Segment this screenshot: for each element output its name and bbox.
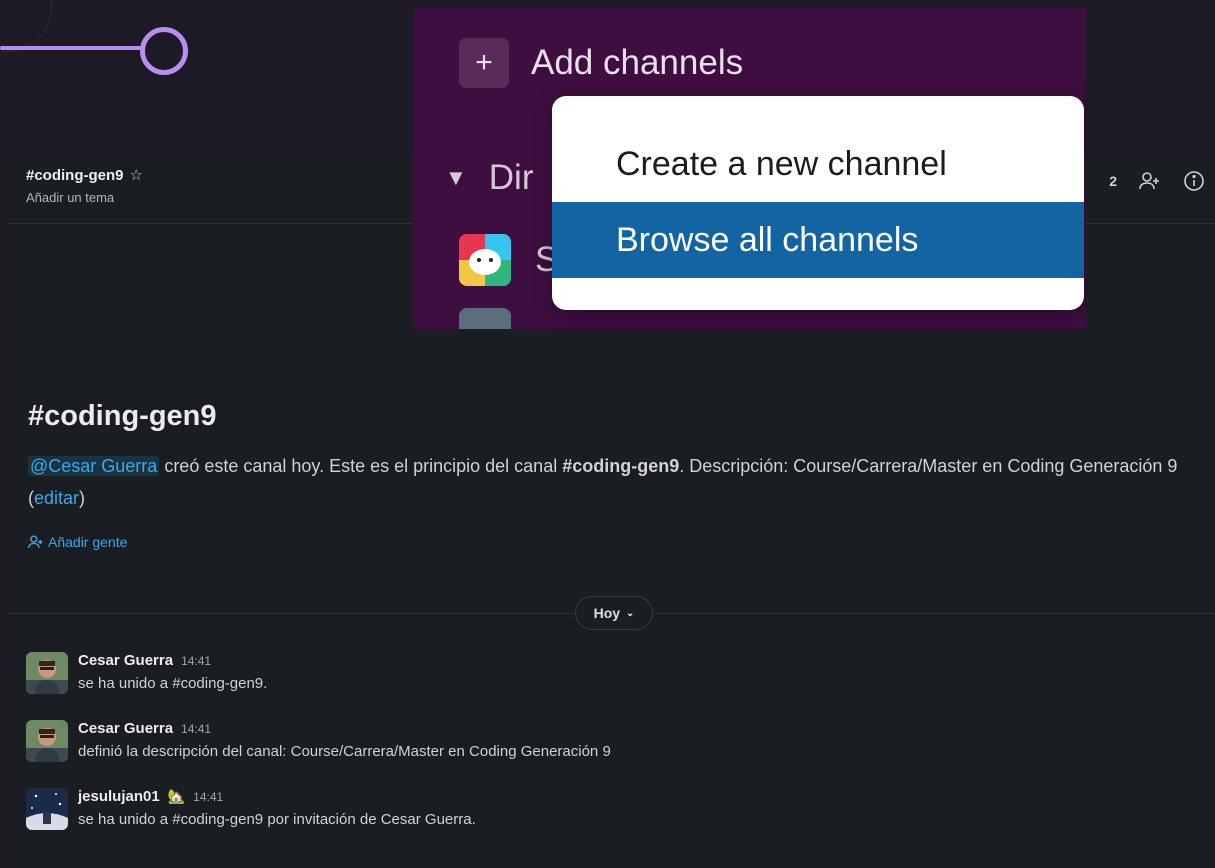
add-channels-menu: Create a new channel Browse all channels xyxy=(552,96,1084,310)
caret-down-icon: ▼ xyxy=(445,165,467,190)
info-icon[interactable] xyxy=(1183,170,1205,192)
decorative-line xyxy=(0,46,145,50)
chevron-down-icon: ⌄ xyxy=(626,607,635,619)
message-header: jesulujan01 🏡 14:41 xyxy=(78,788,223,805)
member-count[interactable]: 2 xyxy=(1109,173,1117,189)
browse-channels-menu-item[interactable]: Browse all channels xyxy=(552,202,1084,278)
slackbot-icon xyxy=(459,234,511,286)
day-label: Hoy xyxy=(593,605,621,621)
status-emoji[interactable]: 🏡 xyxy=(168,788,185,805)
message-body: se ha unido a #coding-gen9 por invitació… xyxy=(78,811,476,828)
channel-name: #coding-gen9 xyxy=(26,166,124,184)
decorative-arc xyxy=(0,0,52,52)
add-channels-button[interactable]: + Add channels xyxy=(459,38,743,88)
message-header: Cesar Guerra 14:41 xyxy=(78,652,211,669)
plus-icon: + xyxy=(459,38,509,88)
sidebar-app-item[interactable]: S xyxy=(459,234,558,286)
avatar[interactable] xyxy=(26,720,68,762)
add-person-icon xyxy=(28,535,43,548)
star-icon[interactable]: ☆ xyxy=(130,166,143,184)
add-people-label: Añadir gente xyxy=(48,534,128,550)
message-body: se ha unido a #coding-gen9. xyxy=(78,675,268,692)
add-people-link[interactable]: Añadir gente xyxy=(28,534,127,550)
user-mention[interactable]: @Cesar Guerra xyxy=(28,456,160,476)
avatar[interactable] xyxy=(26,652,68,694)
channel-name-button[interactable]: #coding-gen9 ☆ xyxy=(26,166,143,185)
sender-name[interactable]: Cesar Guerra xyxy=(78,720,173,737)
avatar[interactable] xyxy=(459,308,511,329)
sender-name[interactable]: Cesar Guerra xyxy=(78,652,173,669)
intro-channel-name: #coding-gen9 xyxy=(562,456,680,476)
day-divider-button[interactable]: Hoy ⌄ xyxy=(575,596,653,630)
intro-text-part: ) xyxy=(79,488,86,508)
message-header: Cesar Guerra 14:41 xyxy=(78,720,211,737)
add-person-icon[interactable] xyxy=(1139,170,1161,192)
channel-topic[interactable]: Añadir un tema xyxy=(26,190,114,205)
direct-messages-section[interactable]: ▼ Dir xyxy=(445,158,534,198)
edit-description-link[interactable]: editar xyxy=(34,488,79,508)
channel-intro-title: #coding-gen9 xyxy=(28,400,217,432)
add-channels-label: Add channels xyxy=(531,43,744,82)
message-time[interactable]: 14:41 xyxy=(193,790,223,804)
create-channel-menu-item[interactable]: Create a new channel xyxy=(552,126,1084,202)
sidebar-popup-overlay: + Add channels ▼ Dir S Create a new chan… xyxy=(413,8,1085,329)
section-label: Dir xyxy=(488,158,534,197)
message-time[interactable]: 14:41 xyxy=(181,722,211,736)
sender-name[interactable]: jesulujan01 xyxy=(78,788,160,805)
message-body: definió la descripción del canal: Course… xyxy=(78,743,611,760)
header-actions: 2 xyxy=(1109,170,1205,192)
intro-text-part: creó este canal hoy. Este es el principi… xyxy=(159,456,563,476)
decorative-ring xyxy=(140,27,188,75)
message-time[interactable]: 14:41 xyxy=(181,654,211,668)
avatar[interactable] xyxy=(26,788,68,830)
channel-intro-text: @Cesar Guerra creó este canal hoy. Este … xyxy=(28,450,1178,514)
